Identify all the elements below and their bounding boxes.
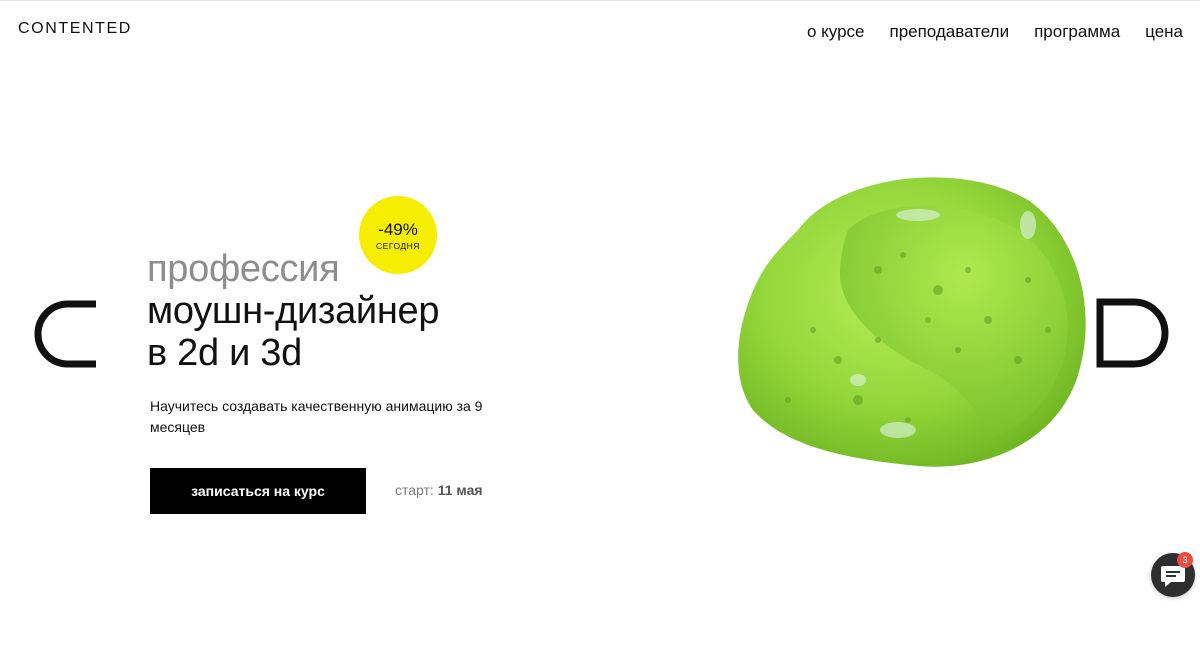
main-nav: о курсе преподаватели программа цена bbox=[807, 21, 1183, 43]
enroll-button[interactable]: записаться на курс bbox=[150, 468, 366, 514]
discount-note: СЕГОДНЯ bbox=[376, 241, 420, 251]
nav-item-program[interactable]: программа bbox=[1034, 21, 1120, 43]
hero-subtitle: Научитесь создавать качественную анимаци… bbox=[150, 398, 483, 435]
nav-item-price[interactable]: цена bbox=[1145, 21, 1183, 43]
letter-d-decoration bbox=[1096, 298, 1169, 368]
discount-percent: -49% bbox=[378, 220, 418, 239]
nav-item-teachers[interactable]: преподаватели bbox=[889, 21, 1009, 43]
logo[interactable]: CONTENTED bbox=[18, 20, 132, 38]
start-date: 11 мая bbox=[437, 482, 483, 498]
chat-unread-badge: 3 bbox=[1177, 552, 1193, 568]
green-blob-illustration bbox=[738, 177, 1086, 467]
nav-item-about[interactable]: о курсе bbox=[807, 21, 865, 43]
hero-title-line-2: моушн-дизайнер bbox=[147, 290, 440, 332]
top-divider bbox=[0, 0, 1200, 1]
start-date-info: старт: 11 мая bbox=[395, 482, 483, 498]
hero-title-line-3: в 2d и 3d bbox=[147, 332, 302, 374]
letter-c-decoration bbox=[34, 300, 96, 368]
landing-page: CONTENTED о курсе преподаватели программ… bbox=[0, 0, 1200, 664]
start-label: старт: bbox=[395, 482, 434, 498]
discount-badge: -49% СЕГОДНЯ bbox=[359, 196, 437, 274]
